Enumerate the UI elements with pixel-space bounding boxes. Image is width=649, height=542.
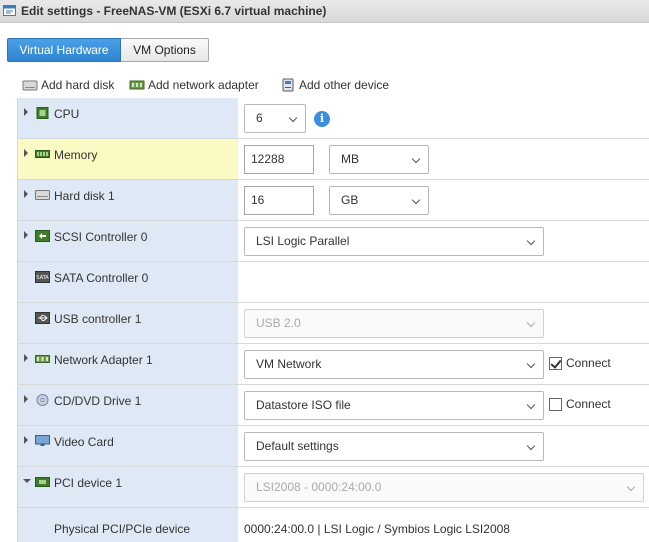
device-label-cell: SATA SATA Controller 0 <box>17 262 238 302</box>
device-label-cell: Physical PCI/PCIe device <box>17 508 238 542</box>
pci-physical-label: Physical PCI/PCIe device <box>54 522 191 536</box>
window-title: Edit settings - FreeNAS-VM (ESXi 6.7 vir… <box>21 4 327 18</box>
pci-physical-value: 0000:24:00.0 | LSI Logic / Symbios Logic… <box>244 522 510 536</box>
device-label-cell: Video Card <box>17 426 238 466</box>
monitor-icon <box>35 435 50 446</box>
cpu-count-select[interactable]: 6 <box>244 104 306 133</box>
expand-caret-icon[interactable] <box>24 108 28 116</box>
memory-size-input[interactable]: 12288 <box>244 145 314 174</box>
memory-icon <box>35 150 50 158</box>
usb-version-select: USB 2.0 <box>244 309 544 338</box>
cddvd-connect-label: Connect <box>566 397 611 411</box>
device-row-usb: USB controller 1 USB 2.0 <box>17 303 649 344</box>
usb-label: USB controller 1 <box>54 312 142 326</box>
add-other-device-label: Add other device <box>299 78 390 92</box>
edit-settings-icon <box>3 5 16 16</box>
device-icon <box>282 78 294 92</box>
video-label: Video Card <box>54 435 114 449</box>
collapse-caret-icon[interactable] <box>23 479 31 483</box>
device-row-pci: PCI device 1 LSI2008 - 0000:24:00.0 <box>17 467 649 508</box>
expand-caret-icon[interactable] <box>24 395 28 403</box>
info-icon[interactable]: i <box>314 111 330 127</box>
device-row-cddvd: CD/DVD Drive 1 Datastore ISO file Connec… <box>17 385 649 426</box>
device-row-pci-physical: Physical PCI/PCIe device 0000:24:00.0 | … <box>17 508 649 542</box>
hard-disk-size-input[interactable]: 16 <box>244 186 314 215</box>
memory-label: Memory <box>54 148 98 162</box>
scsi-controller-icon <box>35 230 50 242</box>
expand-caret-icon[interactable] <box>24 190 28 198</box>
network-adapter-icon <box>129 80 145 90</box>
device-label-cell: Memory <box>17 139 238 179</box>
device-label-cell: Network Adapter 1 <box>17 344 238 384</box>
cddvd-label: CD/DVD Drive 1 <box>54 394 142 408</box>
device-grid: CPU 6 i Memory 12288 MB Hard disk 1 16 G… <box>17 98 649 542</box>
svg-text:SATA: SATA <box>36 275 49 281</box>
device-row-memory: Memory 12288 MB <box>17 139 649 180</box>
add-hard-disk-label: Add hard disk <box>41 78 115 92</box>
hard-disk-unit-select[interactable]: GB <box>329 186 429 215</box>
device-row-cpu: CPU 6 i <box>17 98 649 139</box>
expand-caret-icon[interactable] <box>24 354 28 362</box>
cpu-label: CPU <box>54 107 80 121</box>
add-network-adapter-label: Add network adapter <box>148 78 259 92</box>
tab-virtual-hardware[interactable]: Virtual Hardware <box>7 38 121 62</box>
memory-unit-select[interactable]: MB <box>329 145 429 174</box>
pci-label: PCI device 1 <box>54 476 123 490</box>
device-row-video: Video Card Default settings <box>17 426 649 467</box>
device-label-cell: CD/DVD Drive 1 <box>17 385 238 425</box>
usb-icon <box>35 312 50 324</box>
checkbox-checked-icon[interactable] <box>549 356 562 370</box>
pci-device-icon <box>35 477 50 487</box>
device-label-cell: CPU <box>17 98 238 138</box>
cd-dvd-icon <box>36 394 49 406</box>
add-hard-disk-button[interactable]: Add hard disk <box>22 77 114 93</box>
network-select[interactable]: VM Network <box>244 350 544 379</box>
expand-caret-icon[interactable] <box>24 436 28 444</box>
device-label-cell: Hard disk 1 <box>17 180 238 220</box>
cpu-icon <box>36 107 49 119</box>
add-network-adapter-button[interactable]: Add network adapter <box>129 77 259 93</box>
device-label-cell: PCI device 1 <box>17 467 238 507</box>
network-label: Network Adapter 1 <box>54 353 153 367</box>
sata-controller-icon: SATA <box>35 271 50 283</box>
device-label-cell: SCSI Controller 0 <box>17 221 238 261</box>
expand-caret-icon[interactable] <box>24 231 28 239</box>
window-titlebar: Edit settings - FreeNAS-VM (ESXi 6.7 vir… <box>0 0 649 23</box>
network-connect-label: Connect <box>566 356 611 370</box>
device-row-network: Network Adapter 1 VM Network Connect <box>17 344 649 385</box>
pci-device-select: LSI2008 - 0000:24:00.0 <box>244 473 644 502</box>
video-settings-select[interactable]: Default settings <box>244 432 544 461</box>
hard-disk-icon <box>35 190 50 200</box>
add-other-device-button[interactable]: Add other device <box>280 77 389 93</box>
checkbox-unchecked-icon[interactable] <box>549 397 562 411</box>
hard-disk-label: Hard disk 1 <box>54 189 115 203</box>
device-row-sata: SATA SATA Controller 0 <box>17 262 649 303</box>
sata-label: SATA Controller 0 <box>54 271 149 285</box>
tab-vm-options[interactable]: VM Options <box>121 38 209 62</box>
device-row-scsi: SCSI Controller 0 LSI Logic Parallel <box>17 221 649 262</box>
network-adapter-icon <box>35 355 50 363</box>
device-row-hard-disk: Hard disk 1 16 GB <box>17 180 649 221</box>
expand-caret-icon[interactable] <box>24 149 28 157</box>
hard-disk-icon <box>22 80 38 91</box>
network-connect-checkbox[interactable]: Connect <box>549 356 611 370</box>
device-label-cell: USB controller 1 <box>17 303 238 343</box>
scsi-label: SCSI Controller 0 <box>54 230 148 244</box>
cddvd-connect-checkbox[interactable]: Connect <box>549 397 611 411</box>
scsi-type-select[interactable]: LSI Logic Parallel <box>244 227 544 256</box>
cddvd-source-select[interactable]: Datastore ISO file <box>244 391 544 420</box>
